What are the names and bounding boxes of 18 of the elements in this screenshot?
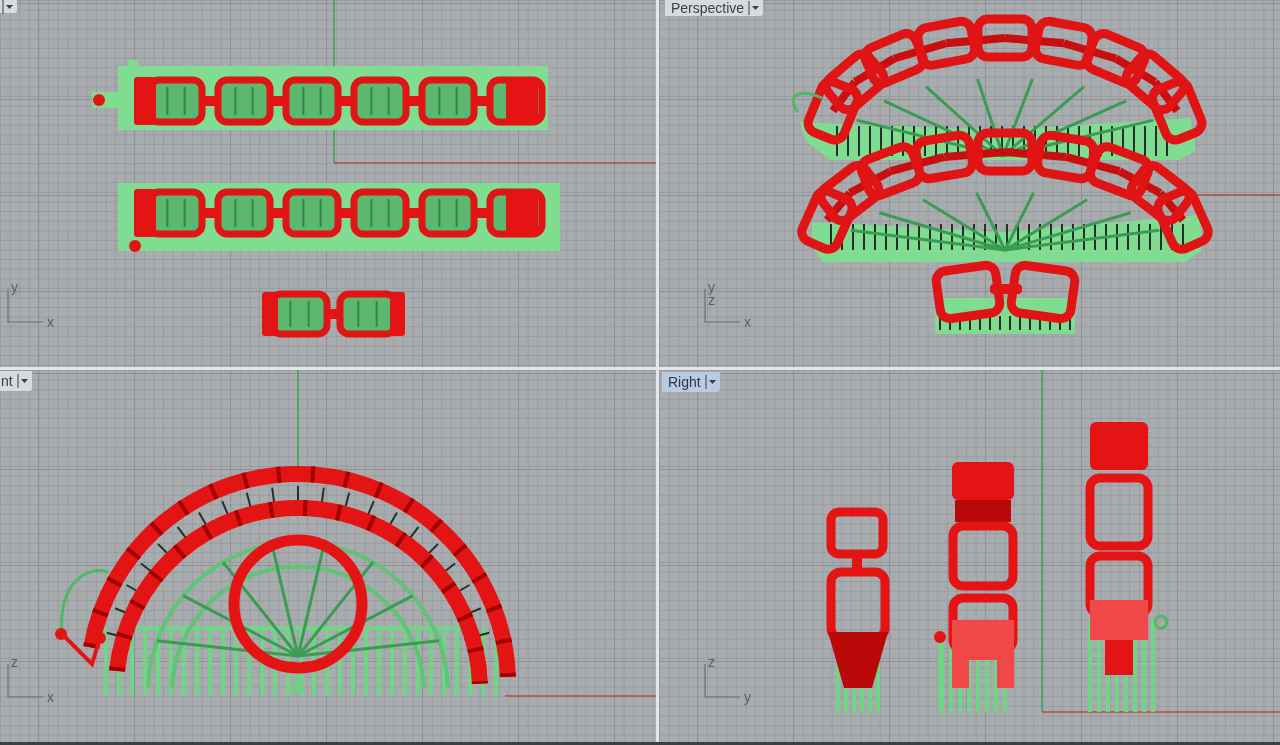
axis-label: x	[47, 691, 54, 704]
axis-label: z	[708, 294, 715, 307]
viewport-tab[interactable]: Right	[662, 372, 720, 392]
caret-icon	[704, 375, 717, 389]
viewport-tab[interactable]	[0, 0, 17, 13]
viewport-tab[interactable]: nt	[0, 371, 32, 391]
caret-icon	[2, 0, 14, 14]
axis-label: y	[708, 281, 715, 294]
axis-label: y	[744, 691, 751, 704]
caret-icon	[16, 374, 29, 388]
viewport-tab[interactable]: Perspective	[665, 0, 764, 16]
axis-label: x	[47, 316, 54, 329]
axis-label: y	[11, 281, 18, 294]
axis-label: z	[11, 656, 18, 669]
wire-loop-drawing	[791, 91, 823, 113]
axis-label: z	[708, 656, 715, 669]
caret-icon	[748, 1, 761, 15]
axis-label: x	[744, 316, 751, 329]
